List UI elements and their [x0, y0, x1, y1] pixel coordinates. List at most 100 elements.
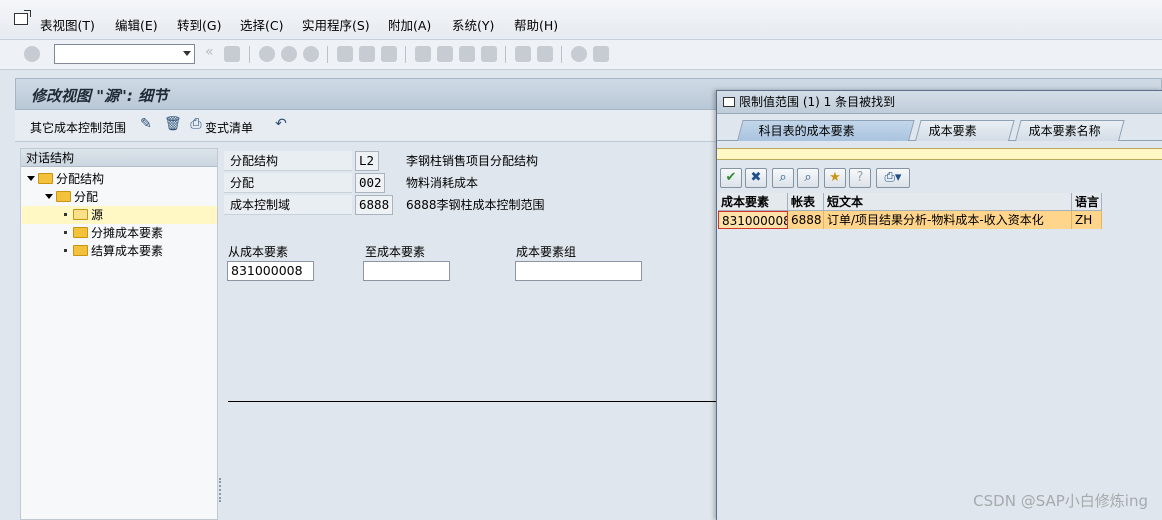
folder-icon	[38, 173, 53, 184]
cell-short-text[interactable]: 订单/项目结果分析-物料成本-收入资本化	[824, 211, 1072, 229]
display-change-icon[interactable]: ✎	[138, 116, 154, 132]
tab-cost-element-name[interactable]: 成本要素名称	[1015, 120, 1125, 141]
bullet-icon	[64, 213, 67, 216]
dialog-structure-tree: 对话结构 分配结构 分配 源 分摊成本要素 结算成本要素	[20, 148, 218, 520]
cell-cost-element[interactable]: 831000008	[718, 211, 788, 229]
tab-cost-element[interactable]: 成本要素	[915, 120, 1015, 141]
next-page-icon[interactable]	[459, 46, 475, 62]
tab-cost-elements-of-chart[interactable]: 科目表的成本要素	[737, 120, 915, 141]
menu-select[interactable]: 选择(C)	[240, 15, 283, 34]
print-menu-icon[interactable]: ⎙▾	[876, 168, 910, 188]
menu-bar: 表视图(T) 编辑(E) 转到(G) 选择(C) 实用程序(S) 附加(A) 系…	[0, 0, 1162, 40]
change-list-button[interactable]: 变式清单	[205, 119, 253, 136]
expand-triangle-icon[interactable]	[27, 176, 35, 181]
column-header-short-text[interactable]: 短文本	[824, 193, 1072, 211]
chevron-down-icon[interactable]	[183, 51, 191, 56]
bullet-icon	[64, 231, 67, 234]
back-icon[interactable]	[259, 46, 275, 62]
toolbar-separator	[249, 46, 250, 63]
command-field[interactable]	[54, 44, 195, 64]
new-session-icon[interactable]	[515, 46, 531, 62]
exit-icon[interactable]	[281, 46, 297, 62]
expand-triangle-icon[interactable]	[45, 194, 53, 199]
print-icon[interactable]: ⎙	[188, 116, 204, 132]
column-header-language[interactable]: 语言	[1072, 193, 1102, 211]
help-icon[interactable]	[571, 46, 587, 62]
cancel-icon[interactable]	[303, 46, 319, 62]
popup-info-strip	[717, 148, 1162, 160]
window-icon	[723, 97, 735, 107]
column-header-chart[interactable]: 帐表	[788, 193, 824, 211]
menu-goto[interactable]: 转到(G)	[177, 15, 221, 34]
popup-tabs: 科目表的成本要素 成本要素 成本要素名称	[717, 117, 1162, 141]
sap-window-icon[interactable]	[14, 10, 31, 25]
watermark: CSDN @SAP小白修炼ing	[973, 492, 1148, 510]
menu-system[interactable]: 系统(Y)	[452, 15, 494, 34]
confirm-check-icon[interactable]: ✔	[720, 168, 742, 188]
tab-label: 科目表的成本要素	[758, 124, 855, 138]
menu-table-view[interactable]: 表视图(T)	[40, 15, 95, 34]
tree-node-label: 分配	[74, 190, 99, 204]
tree-node-settlement-cost-elements[interactable]: 结算成本要素	[64, 242, 217, 260]
find-next-binoculars-icon[interactable]: ⌕	[797, 168, 819, 188]
to-cost-element-label: 至成本要素	[365, 245, 426, 259]
cell-language[interactable]: ZH	[1072, 211, 1102, 229]
layout-menu-icon[interactable]	[593, 46, 609, 62]
print-icon[interactable]	[337, 46, 353, 62]
tree-header: 对话结构	[21, 149, 217, 167]
folder-icon	[56, 191, 71, 202]
controlling-area-value: 6888	[355, 195, 393, 215]
menu-edit[interactable]: 编辑(E)	[115, 15, 158, 34]
tab-label: 成本要素名称	[1028, 124, 1101, 138]
cell-chart[interactable]: 6888	[788, 211, 824, 229]
cost-element-group-input[interactable]	[515, 261, 642, 281]
popup-title-bar[interactable]: 限制值范围 (1) 1 条目被找到	[717, 91, 1162, 114]
restrict-value-range-popup: 限制值范围 (1) 1 条目被找到 科目表的成本要素 成本要素 成本要素名称 ✔…	[716, 90, 1162, 520]
controlling-area-description: 6888李钢柱成本控制范围	[406, 198, 545, 212]
tree-node-allocation-structure[interactable]: 分配结构	[27, 170, 217, 188]
tree-node-label: 结算成本要素	[91, 244, 164, 258]
previous-page-icon[interactable]	[437, 46, 453, 62]
column-header-cost-element[interactable]: 成本要素	[718, 193, 788, 211]
allocation-structure-description: 李钢柱销售项目分配结构	[406, 154, 539, 168]
detail-area: 分配结构 L2 李钢柱销售项目分配结构 分配 002 物料消耗成本 成本控制域 …	[222, 148, 716, 520]
folder-icon	[73, 245, 88, 256]
tree-node-source[interactable]: 源	[22, 206, 217, 224]
info-icon[interactable]: ?	[849, 168, 871, 188]
last-page-icon[interactable]	[481, 46, 497, 62]
toolbar-separator	[561, 46, 562, 63]
save-icon[interactable]	[224, 46, 240, 62]
folder-icon	[73, 227, 88, 238]
page-title: 修改视图 "源": 细节	[31, 87, 169, 105]
find-binoculars-icon[interactable]: ⌕	[772, 168, 794, 188]
find-next-icon[interactable]	[381, 46, 397, 62]
cancel-x-icon[interactable]: ✖	[745, 168, 767, 188]
menu-utilities[interactable]: 实用程序(S)	[302, 15, 370, 34]
enter-icon[interactable]	[24, 46, 40, 62]
tree-node-allocation[interactable]: 分配	[45, 188, 217, 206]
popup-title: 限制值范围 (1) 1 条目被找到	[739, 95, 896, 109]
to-cost-element-input[interactable]	[363, 261, 450, 281]
cost-element-group-label: 成本要素组	[516, 245, 577, 259]
add-favorite-icon[interactable]: ★	[824, 168, 846, 188]
tree-node-label: 分配结构	[56, 172, 105, 186]
other-controlling-area-button[interactable]: 其它成本控制范围	[30, 119, 126, 136]
menu-help[interactable]: 帮助(H)	[514, 15, 558, 34]
assessment-label: 分配	[224, 173, 352, 193]
allocation-structure-value: L2	[355, 151, 379, 171]
controlling-area-label: 成本控制域	[224, 195, 352, 215]
assessment-description: 物料消耗成本	[406, 176, 479, 190]
first-page-icon[interactable]	[415, 46, 431, 62]
toolbar-separator	[505, 46, 506, 63]
from-cost-element-input[interactable]: 831000008	[227, 261, 314, 281]
from-cost-element-label: 从成本要素	[228, 245, 289, 259]
delete-icon[interactable]: 🗑	[164, 116, 182, 132]
allocation-structure-label: 分配结构	[224, 151, 352, 171]
shortcut-icon[interactable]	[537, 46, 553, 62]
undo-icon[interactable]: ↶	[273, 116, 289, 132]
toolbar-separator	[405, 46, 406, 63]
bullet-icon	[64, 249, 67, 252]
find-icon[interactable]	[359, 46, 375, 62]
tree-node-assessment-cost-elements[interactable]: 分摊成本要素	[64, 224, 217, 242]
menu-extras[interactable]: 附加(A)	[388, 15, 431, 34]
